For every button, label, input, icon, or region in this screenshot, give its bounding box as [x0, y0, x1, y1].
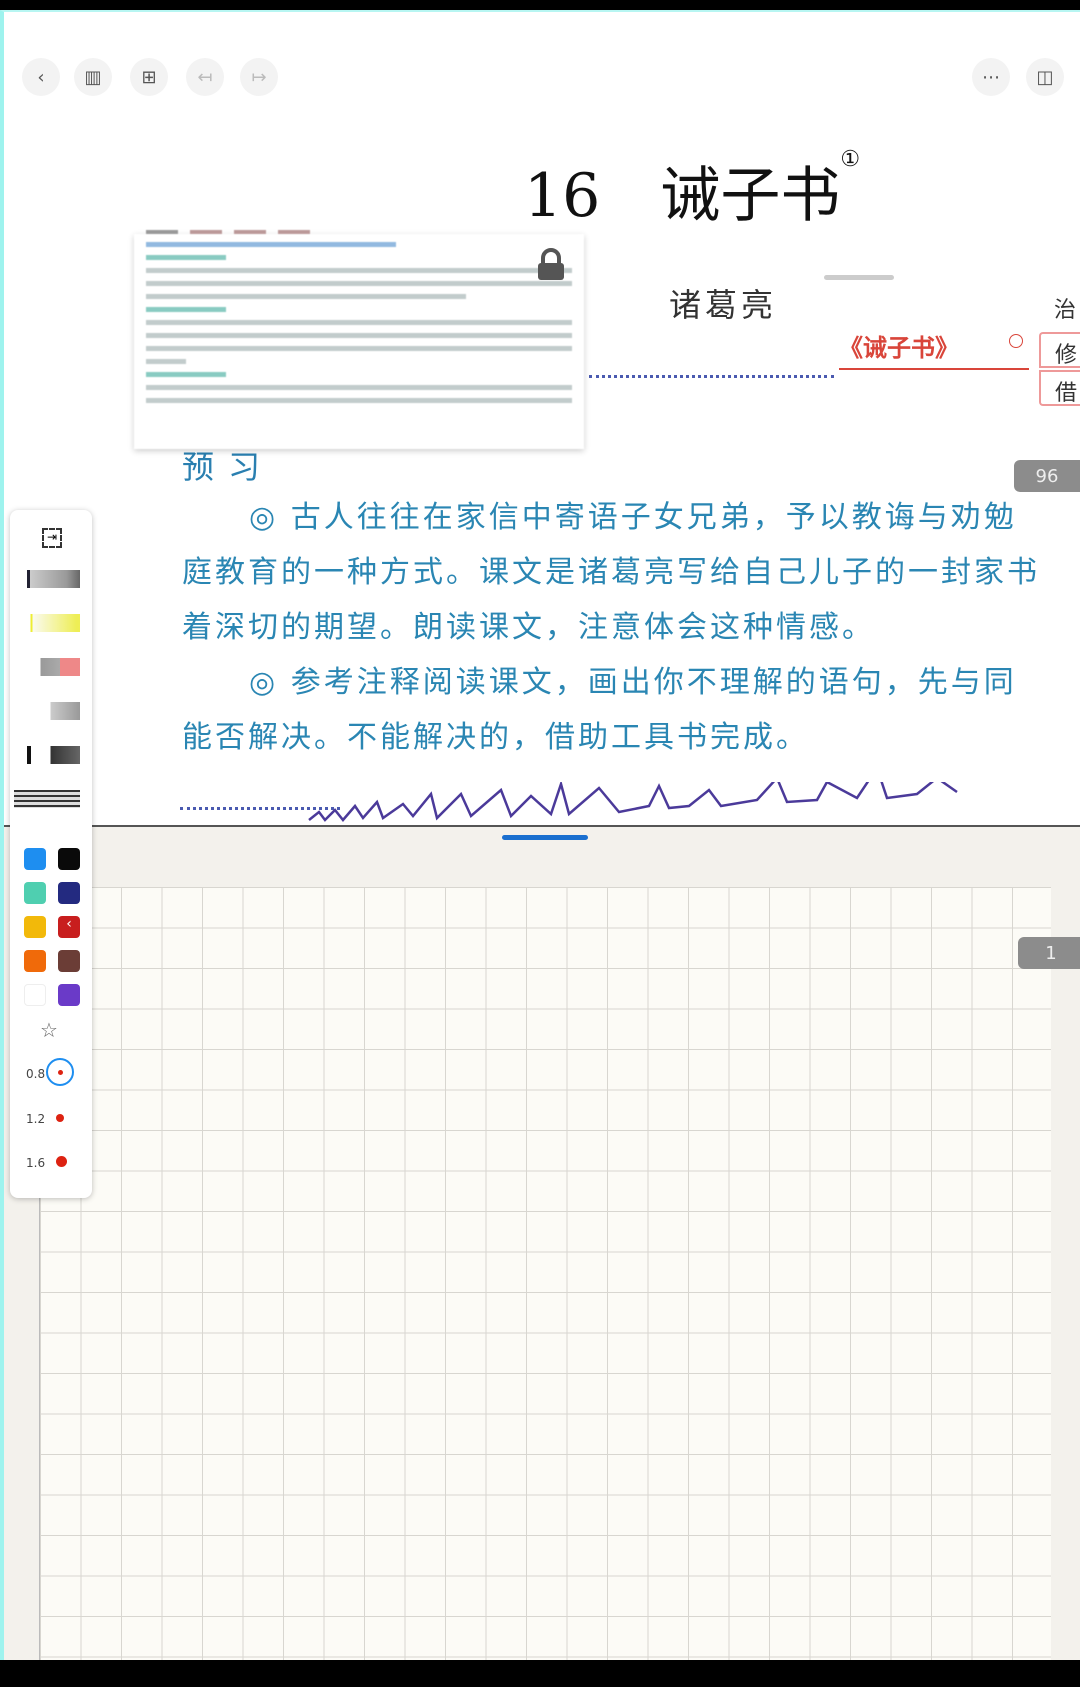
redo-icon: ↦: [251, 66, 267, 88]
redo-button[interactable]: ↦: [240, 58, 278, 96]
lasso-tool-icon[interactable]: ⇥: [42, 528, 62, 548]
size-label: 0.8: [26, 1067, 46, 1081]
undo-button[interactable]: ↤: [186, 58, 224, 96]
paragraph-line: 能否解决。不能解决的，借助工具书完成。: [182, 720, 809, 755]
paragraph-line: 着深切的期望。朗读课文，注意体会这种情感。: [182, 610, 875, 645]
color-swatch-navy[interactable]: [58, 882, 80, 904]
size-option[interactable]: [56, 1114, 64, 1122]
mindmap-root: 《诫子书》: [839, 334, 959, 362]
fountain-pen-tool[interactable]: [14, 570, 80, 588]
grid-view-button[interactable]: ⊞: [130, 58, 168, 96]
lesson-number: 16: [524, 161, 601, 231]
brush-tool[interactable]: [14, 702, 80, 720]
handwriting-annotation: [308, 782, 958, 822]
paragraph-line: ◎ 古人往往在家信中寄语子女兄弟，予以教诲与劝勉: [249, 500, 1017, 535]
back-button[interactable]: ‹: [22, 58, 60, 96]
size-option[interactable]: [56, 1156, 67, 1167]
mindmap-branch: 借: [1039, 370, 1080, 406]
mindmap-line: [839, 368, 1029, 370]
sidebar-icon: ▥: [84, 66, 102, 88]
pen-toolbar: ⇥ ‹ ☆ 0.8 1.2 1.6: [10, 510, 92, 1198]
ruler-tool[interactable]: [14, 790, 80, 808]
pencil-tool[interactable]: [14, 746, 80, 764]
lock-icon: [538, 248, 564, 280]
page-scroll-indicator[interactable]: [502, 835, 588, 840]
undo-icon: ↤: [197, 66, 213, 88]
color-swatch-teal[interactable]: [24, 882, 46, 904]
sidebar-button[interactable]: ▥: [74, 58, 112, 96]
note-app-screen: ‹ ▥ ⊞ ↤ ↦ ⋯ ◫ 16 诫子书① 诸葛亮 《诫子书》 治 修 借 预习 …: [0, 10, 1080, 1660]
footnote-marker: ①: [840, 147, 861, 172]
custom-color-star-icon[interactable]: ☆: [40, 1018, 58, 1042]
split-view-button[interactable]: ◫: [1026, 58, 1064, 96]
color-swatch-yellow[interactable]: [24, 916, 46, 938]
color-swatch-orange[interactable]: [24, 950, 46, 972]
color-swatch-brown[interactable]: [58, 950, 80, 972]
more-icon: ⋯: [982, 66, 1000, 88]
lesson-title: 16 诫子书①: [524, 147, 860, 234]
chevron-left-icon: ‹: [37, 66, 45, 88]
lesson-title-text: 诫子书: [660, 161, 841, 231]
dotted-annotation: [589, 375, 834, 378]
drag-handle[interactable]: [824, 275, 894, 280]
size-option-selected[interactable]: [46, 1058, 74, 1086]
color-swatch-black[interactable]: [58, 848, 80, 870]
collapse-icon[interactable]: [1009, 334, 1023, 348]
grid-icon: ⊞: [141, 66, 157, 88]
color-swatch-purple[interactable]: [58, 984, 80, 1006]
split-view-icon: ◫: [1036, 66, 1054, 88]
paragraph-line: ◎ 参考注释阅读课文，画出你不理解的语句，先与同: [249, 665, 1017, 700]
size-label: 1.6: [26, 1156, 46, 1170]
mindmap-branch: 治: [1054, 298, 1077, 323]
mindmap-branch: 修: [1039, 332, 1080, 368]
grid-canvas[interactable]: [39, 887, 1051, 1660]
paragraph-line: 庭教育的一种方式。课文是诸葛亮写给自己儿子的一封家书: [182, 555, 1040, 590]
highlighter-tool[interactable]: [14, 614, 80, 632]
color-swatch-blue[interactable]: [24, 848, 46, 870]
page-thumbnail-popup[interactable]: [134, 230, 584, 449]
color-swatch-white[interactable]: [24, 984, 46, 1006]
page-number-badge: 1: [1018, 937, 1080, 969]
size-label: 1.2: [26, 1112, 46, 1126]
more-button[interactable]: ⋯: [972, 58, 1010, 96]
eraser-tool[interactable]: [14, 658, 80, 676]
page-number-badge: 96: [1014, 460, 1080, 492]
grid-paper-page[interactable]: 1: [4, 827, 1080, 1660]
author: 诸葛亮: [669, 286, 778, 324]
color-swatch-red[interactable]: ‹: [58, 916, 80, 938]
